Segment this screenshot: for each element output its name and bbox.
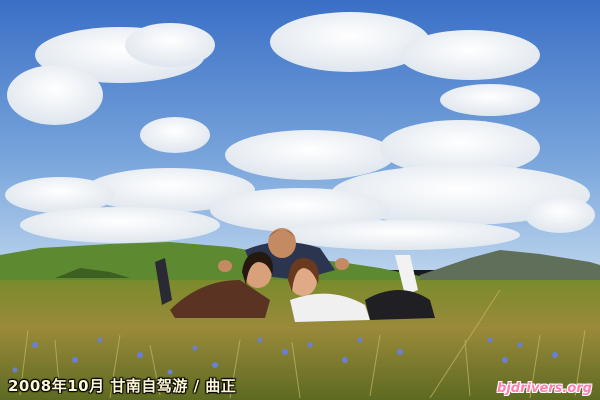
man-hand-right [335, 258, 349, 270]
grassland-photo [0, 0, 600, 400]
man-hand-left [218, 260, 232, 272]
man-head [268, 228, 296, 258]
site-watermark: bjdrivers.org [497, 381, 592, 396]
photo-frame: 2008年10月 甘南自驾游 / 曲正 bjdrivers.org [0, 0, 600, 400]
photo-caption: 2008年10月 甘南自驾游 / 曲正 [8, 377, 237, 395]
